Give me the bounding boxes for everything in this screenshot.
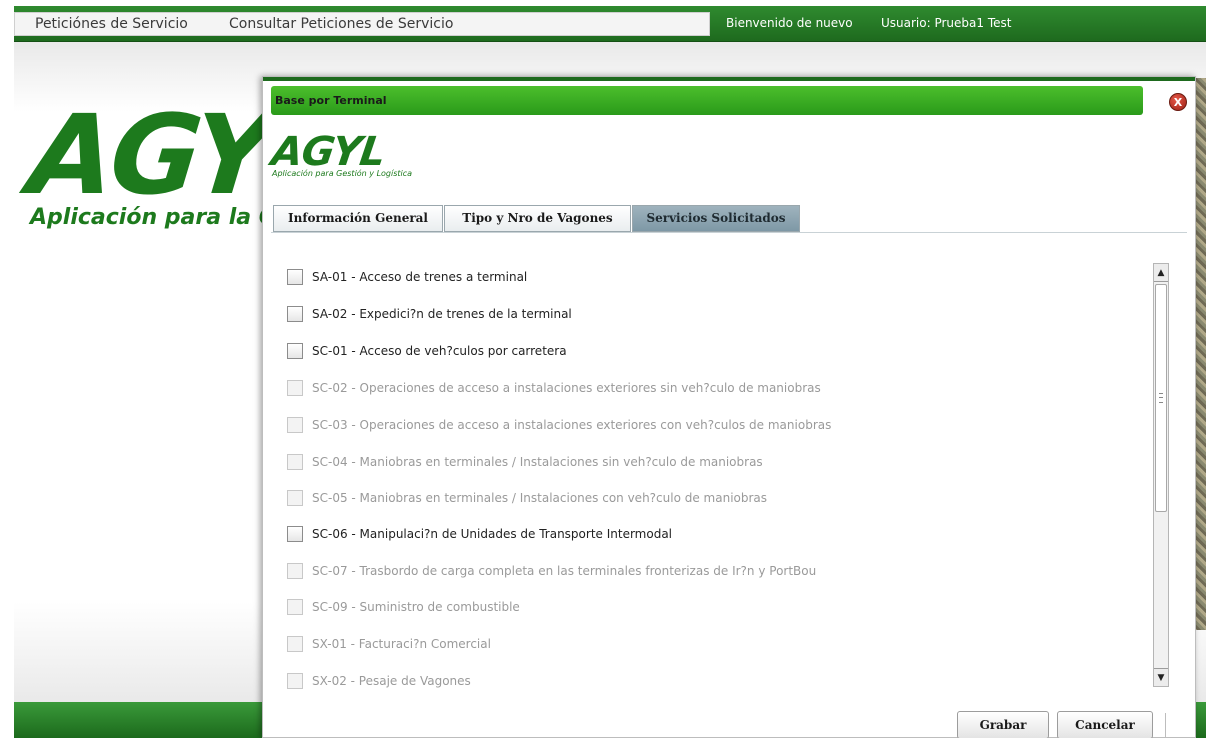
list-item: SC-02 - Operaciones de acceso a instalac… [285,378,1145,398]
list-item: SC-09 - Suministro de combustible [285,597,1145,617]
scroll-grip-icon [1159,393,1163,403]
checkbox [287,673,303,689]
checkbox[interactable] [287,343,303,359]
dialog-title: Base por Terminal [275,94,387,107]
tab-divider [271,232,1187,233]
scroll-up-arrow-icon[interactable]: ▲ [1154,264,1168,282]
checkbox [287,380,303,396]
list-item[interactable]: SA-01 - Acceso de trenes a terminal [285,267,1145,287]
checkbox[interactable] [287,526,303,542]
service-label: SC-03 - Operaciones de acceso a instalac… [312,418,832,432]
list-item: SC-04 - Maniobras en terminales / Instal… [285,452,1145,472]
cancelar-button[interactable]: Cancelar [1057,711,1153,738]
dialog-titlebar[interactable]: Base por Terminal [271,86,1143,115]
list-item: SX-01 - Facturaci?n Comercial [285,634,1145,654]
tab-informacion-general[interactable]: Información General [273,205,443,232]
list-item: SC-07 - Trasbordo de carga completa en l… [285,561,1145,581]
checkbox [287,454,303,470]
scroll-down-arrow-icon[interactable]: ▼ [1154,668,1168,686]
grabar-button[interactable]: Grabar [957,711,1049,738]
checkbox[interactable] [287,269,303,285]
checkbox [287,636,303,652]
tab-servicios-solicitados[interactable]: Servicios Solicitados [632,205,800,232]
checkbox [287,563,303,579]
list-item: SC-03 - Operaciones de acceso a instalac… [285,415,1145,435]
service-label: SX-01 - Facturaci?n Comercial [312,637,491,651]
service-label: SC-04 - Maniobras en terminales / Instal… [312,455,763,469]
top-nav-bar: Peticiónes de Servicio Consultar Peticio… [14,6,1206,42]
list-item: SC-05 - Maniobras en terminales / Instal… [285,488,1145,508]
checkbox[interactable] [287,306,303,322]
service-label: SC-06 - Manipulaci?n de Unidades de Tran… [312,527,673,541]
list-item[interactable]: SA-02 - Expedici?n de trenes de la termi… [285,304,1145,324]
close-icon[interactable]: X [1169,93,1187,111]
dialog-logo: AGYL [268,129,388,175]
service-label: SC-05 - Maniobras en terminales / Instal… [312,491,768,505]
tab-tipo-nro-vagones[interactable]: Tipo y Nro de Vagones [444,205,631,232]
vertical-scrollbar[interactable]: ▲ ▼ [1153,263,1169,687]
list-item[interactable]: SC-01 - Acceso de veh?culos por carreter… [285,341,1145,361]
welcome-text: Bienvenido de nuevo [726,16,853,30]
service-label: SA-01 - Acceso de trenes a terminal [312,270,528,284]
nav-menu: Peticiónes de Servicio Consultar Peticio… [14,12,710,36]
list-item[interactable]: SC-06 - Manipulaci?n de Unidades de Tran… [285,524,1145,544]
checkbox [287,490,303,506]
list-item: SX-02 - Pesaje de Vagones [285,671,1145,691]
services-list: SA-01 - Acceso de trenes a terminal SA-0… [263,251,1153,691]
service-label: SC-01 - Acceso de veh?culos por carreter… [312,344,567,358]
dialog-logo-subtitle: Aplicación para Gestión y Logística [272,169,413,178]
base-por-terminal-dialog: Base por Terminal X AGYL Aplicación para… [262,76,1196,738]
user-name: Usuario: Prueba1 Test [881,16,1012,30]
service-label: SC-02 - Operaciones de acceso a instalac… [312,381,821,395]
service-label: SA-02 - Expedici?n de trenes de la termi… [312,307,572,321]
button-divider [1165,713,1166,737]
service-label: SC-09 - Suministro de combustible [312,600,520,614]
service-label: SC-07 - Trasbordo de carga completa en l… [312,564,817,578]
checkbox [287,417,303,433]
scroll-thumb[interactable] [1155,284,1167,512]
nav-link-consultar[interactable]: Consultar Peticiones de Servicio [229,16,453,32]
dialog-top-edge [263,77,1195,81]
checkbox [287,599,303,615]
service-label: SX-02 - Pesaje de Vagones [312,674,471,688]
nav-link-peticiones[interactable]: Peticiónes de Servicio [35,16,188,32]
